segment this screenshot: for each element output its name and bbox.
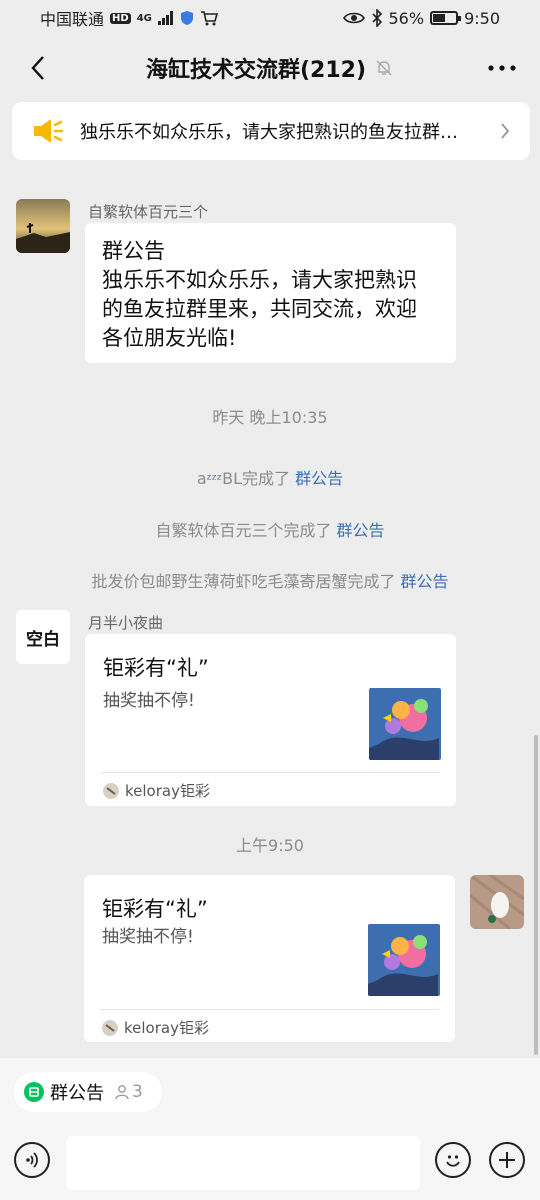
sender-name: 自繁软体百元三个 (88, 203, 209, 221)
more-options-button[interactable] (482, 48, 522, 88)
card-subtitle: 抽奖抽不停! (102, 927, 194, 947)
system-message: aᶻᶻᶻBL完成了 群公告 (0, 465, 540, 489)
link-card[interactable]: 钜彩有“礼” 抽奖抽不停! keloray钜彩 (85, 634, 456, 806)
notice-link[interactable]: 群公告 (337, 521, 385, 540)
card-thumbnail (368, 924, 440, 996)
bottom-input-area: 群公告 3 (0, 1058, 540, 1200)
system-action: 完成了 (283, 521, 337, 540)
notice-green-icon (24, 1082, 44, 1102)
card-title: 钜彩有“礼” (103, 656, 209, 680)
battery-fill (433, 14, 446, 22)
card-source: keloray钜彩 (124, 1019, 209, 1037)
link-card[interactable]: 钜彩有“礼” 抽奖抽不停! keloray钜彩 (84, 875, 455, 1042)
status-bar: 中国联通 HD 4G 56% 9:50 (0, 0, 540, 36)
coral-thumbnail-image (369, 688, 441, 760)
hd-badge: HD (110, 12, 131, 24)
more-dots-icon (488, 65, 516, 71)
source-app-icon (102, 1019, 118, 1036)
chip-count: 3 (114, 1082, 143, 1102)
time-label: 上午9:50 (236, 836, 304, 855)
nav-bar: 海缸技术交流群(212) (0, 36, 540, 100)
self-avatar[interactable] (470, 875, 524, 929)
message-input[interactable] (66, 1136, 420, 1190)
message-line: 独乐乐不如众乐乐，请大家把熟识 (102, 268, 417, 292)
chevron-right-icon (501, 123, 510, 139)
status-right: 56% 9:50 (342, 8, 500, 28)
system-action: 完成了 (241, 469, 296, 488)
mute-bell-icon (376, 60, 392, 76)
message-line: 的鱼友拉群里来，共同交流，欢迎 (102, 297, 417, 321)
system-user-name: 自繁软体百元三个 (155, 521, 284, 540)
card-title: 钜彩有“礼” (102, 897, 208, 921)
system-message: 批发价包邮野生薄荷虾吃毛藻寄居蟹完成了 群公告 (0, 568, 540, 592)
coral-thumbnail-image (368, 924, 440, 996)
card-footer: keloray钜彩 (102, 1017, 209, 1038)
time-label: 昨天 晚上10:35 (212, 408, 328, 427)
pinned-notice-banner[interactable]: 独乐乐不如众乐乐，请大家把熟识的鱼友拉群… (12, 102, 530, 160)
system-user-name: a (196, 469, 207, 488)
network-label: 4G (136, 12, 152, 24)
card-source: keloray钜彩 (125, 782, 210, 800)
plus-icon (499, 1152, 515, 1168)
avatar[interactable]: 空白 (16, 610, 70, 664)
shield-icon (180, 11, 193, 25)
voice-button[interactable] (14, 1142, 50, 1178)
message-line: 群公告 (102, 239, 165, 263)
source-app-icon (103, 782, 119, 799)
person-icon (115, 1085, 129, 1100)
landscape-avatar-image (16, 199, 70, 253)
clock: 9:50 (464, 8, 500, 28)
add-more-button[interactable] (489, 1142, 525, 1178)
card-subtitle: 抽奖抽不停! (103, 691, 195, 711)
message-bubble[interactable]: 群公告 独乐乐不如众乐乐，请大家把熟识 的鱼友拉群里来，共同交流，欢迎 各位朋友… (85, 223, 456, 363)
system-user-name: 批发价包邮野生薄荷虾吃毛藻寄居蟹 (91, 572, 348, 591)
notice-banner-text: 独乐乐不如众乐乐，请大家把熟识的鱼友拉群… (80, 122, 458, 143)
self-avatar-image (470, 875, 524, 929)
avatar-text: 空白 (26, 629, 60, 650)
scrollbar[interactable] (534, 735, 538, 1055)
avatar[interactable] (16, 199, 70, 253)
voice-icon (26, 1152, 38, 1168)
eye-icon (342, 12, 365, 24)
sleep-emoji: ᶻᶻᶻ (206, 472, 223, 488)
chat-title-wrap: 海缸技术交流群(212) (146, 52, 394, 84)
card-thumbnail (369, 688, 441, 760)
chip-label: 群公告 (50, 1083, 104, 1104)
speaker-icon (34, 119, 64, 143)
emoji-icon (446, 1155, 460, 1167)
card-footer: keloray钜彩 (103, 780, 210, 801)
battery-percent: 56% (388, 8, 425, 28)
chat-title: 海缸技术交流群(212) (145, 58, 367, 83)
status-left: 中国联通 HD 4G (40, 6, 218, 30)
notice-link[interactable]: 群公告 (401, 572, 449, 591)
sender-name: 月半小夜曲 (88, 614, 164, 632)
emoji-button[interactable] (435, 1142, 471, 1178)
bluetooth-icon (371, 9, 382, 27)
card-divider (101, 772, 440, 773)
input-row (0, 1132, 540, 1194)
battery-icon (430, 11, 462, 25)
group-notice-chip[interactable]: 群公告 3 (14, 1072, 162, 1112)
system-message: 自繁软体百元三个完成了 群公告 (0, 517, 540, 541)
back-arrow-icon (31, 56, 44, 80)
message-row: 空白 (16, 610, 70, 664)
message-text: 群公告 独乐乐不如众乐乐，请大家把熟识 的鱼友拉群里来，共同交流，欢迎 各位朋友… (85, 223, 456, 367)
cart-icon (200, 11, 218, 26)
carrier-label: 中国联通 (40, 10, 105, 29)
system-action: 完成了 (347, 572, 401, 591)
message-row (16, 199, 70, 253)
signal-icon (157, 11, 173, 25)
card-divider (100, 1009, 439, 1010)
back-button[interactable] (18, 48, 58, 88)
chip-count-value: 3 (132, 1082, 143, 1102)
system-user-name-suffix: BL (222, 469, 242, 488)
notice-link[interactable]: 群公告 (295, 469, 343, 488)
message-line: 各位朋友光临! (102, 326, 237, 350)
